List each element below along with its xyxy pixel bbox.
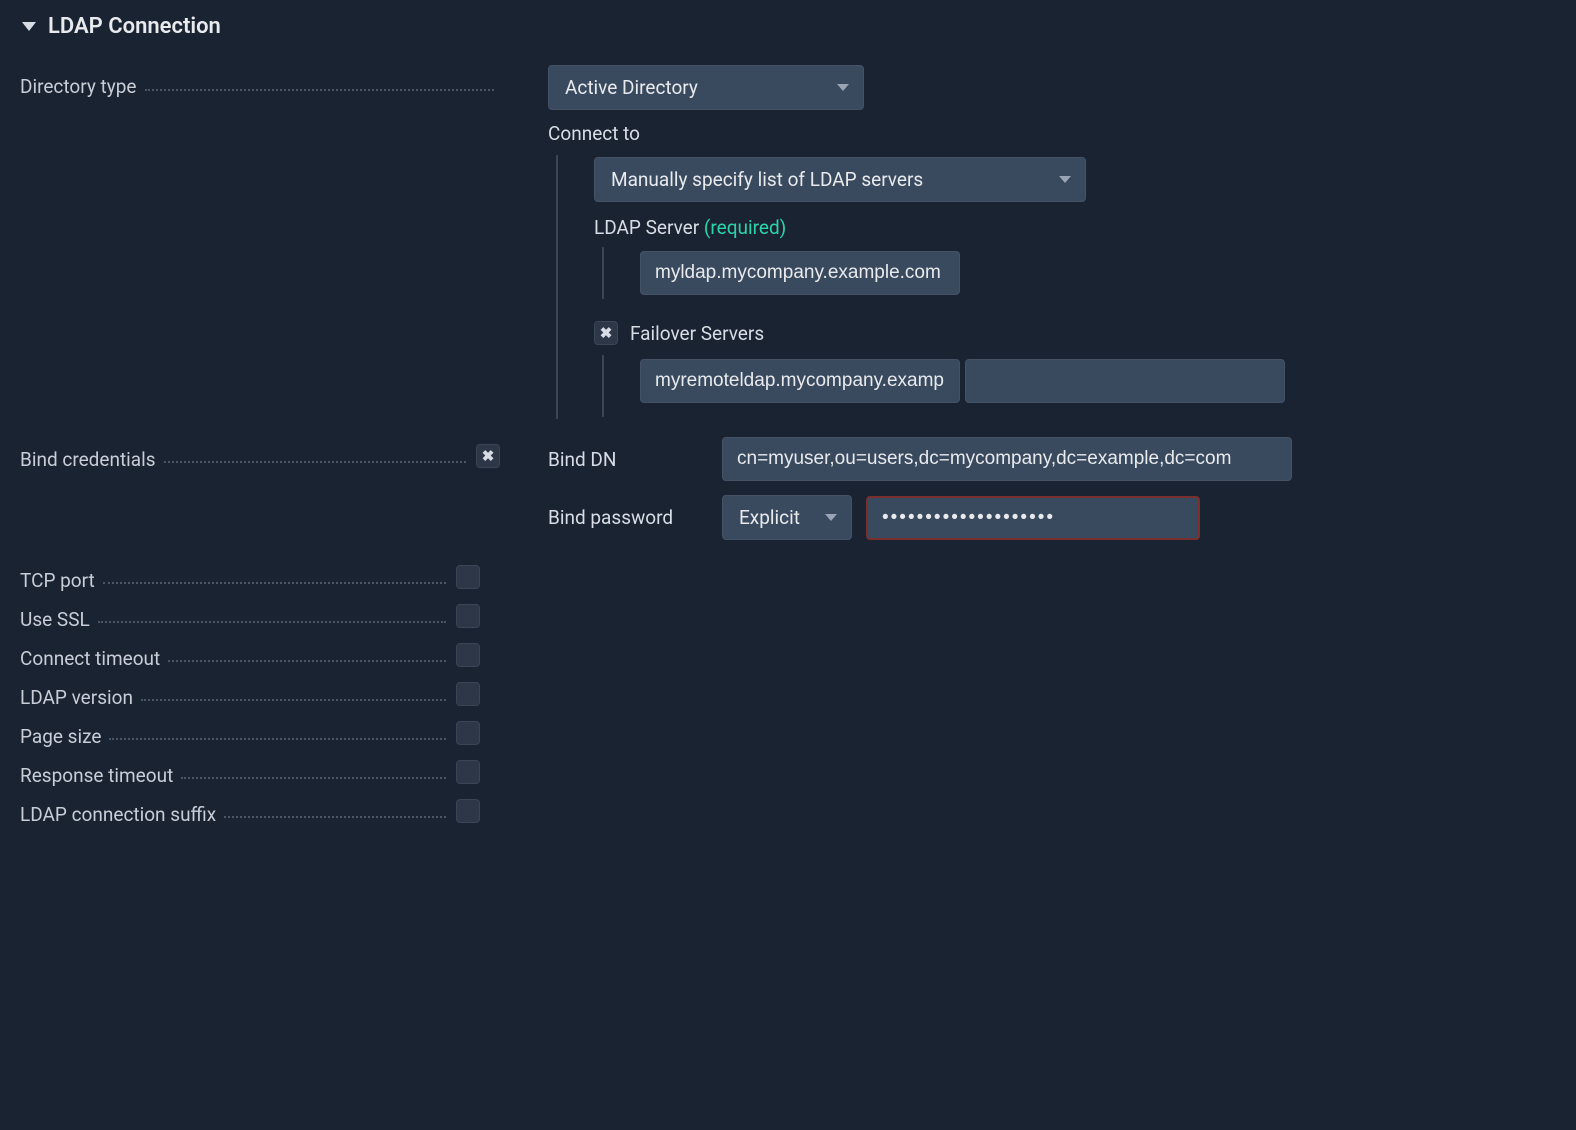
bind-dn-label: Bind DN [548, 448, 708, 471]
dots [145, 89, 495, 91]
section-title: LDAP Connection [48, 14, 221, 39]
bind-dn-input[interactable] [722, 437, 1292, 481]
connect-timeout-row: Connect timeout [20, 646, 1556, 670]
dots [181, 777, 446, 779]
required-indicator: (required) [704, 216, 786, 239]
directory-type-select[interactable]: Active Directory [548, 65, 864, 110]
directory-type-value: Active Directory [565, 76, 698, 99]
bind-credentials-row: Bind credentials ✖ Bind DN Bind password… [20, 437, 1556, 554]
close-icon: ✖ [600, 324, 613, 342]
failover-header: ✖ Failover Servers [594, 321, 1556, 345]
remove-bind-credentials-button[interactable]: ✖ [476, 444, 500, 468]
ldap-connection-suffix-checkbox[interactable] [456, 799, 480, 823]
simple-fields: TCP port Use SSL Connect timeout LDAP ve… [20, 568, 1556, 826]
ldap-version-row: LDAP version [20, 685, 1556, 709]
ldap-version-checkbox[interactable] [456, 682, 480, 706]
bind-password-row: Bind password Explicit [548, 495, 1556, 540]
ldap-server-label: LDAP Server (required) [594, 216, 1556, 239]
ldap-connection-suffix-row: LDAP connection suffix [20, 802, 1556, 826]
section-header[interactable]: LDAP Connection [0, 0, 1576, 57]
bind-password-mode-select[interactable]: Explicit [722, 495, 852, 540]
connect-to-value: Manually specify list of LDAP servers [611, 168, 923, 191]
use-ssl-label: Use SSL [20, 608, 98, 631]
response-timeout-label: Response timeout [20, 764, 181, 787]
failover-label: Failover Servers [630, 322, 764, 345]
response-timeout-row: Response timeout [20, 763, 1556, 787]
connect-to-label: Connect to [548, 122, 1556, 145]
tcp-port-checkbox[interactable] [456, 565, 480, 589]
form-body: Directory type Active Directory Connect … [0, 57, 1576, 849]
chevron-down-icon [837, 84, 849, 91]
page-size-row: Page size [20, 724, 1556, 748]
bind-credentials-label: Bind credentials [20, 448, 164, 471]
bind-password-label: Bind password [548, 506, 708, 529]
dots [103, 582, 446, 584]
connect-to-body: Manually specify list of LDAP servers LD… [556, 155, 1556, 419]
bind-password-input[interactable] [866, 496, 1200, 540]
bind-dn-row: Bind DN [548, 437, 1556, 481]
dots [224, 816, 446, 818]
dots [98, 621, 446, 623]
dots [164, 461, 466, 463]
directory-type-label: Directory type [20, 75, 145, 98]
remove-failover-button[interactable]: ✖ [594, 321, 618, 345]
connect-to-select[interactable]: Manually specify list of LDAP servers [594, 157, 1086, 202]
page-size-checkbox[interactable] [456, 721, 480, 745]
ldap-connection-suffix-label: LDAP connection suffix [20, 803, 224, 826]
tcp-port-label: TCP port [20, 569, 103, 592]
bind-password-mode-value: Explicit [739, 506, 800, 529]
connect-timeout-label: Connect timeout [20, 647, 168, 670]
failover-server-input-0[interactable] [640, 359, 960, 403]
chevron-down-icon [1059, 176, 1071, 183]
ldap-server-block: LDAP Server (required) [594, 216, 1556, 299]
response-timeout-checkbox[interactable] [456, 760, 480, 784]
chevron-down-icon [825, 514, 837, 521]
tcp-port-row: TCP port [20, 568, 1556, 592]
failover-server-input-1[interactable] [965, 359, 1285, 403]
use-ssl-row: Use SSL [20, 607, 1556, 631]
connect-to-section: Connect to Manually specify list of LDAP… [548, 122, 1556, 419]
page-size-label: Page size [20, 725, 109, 748]
close-icon: ✖ [482, 447, 495, 465]
dots [109, 738, 446, 740]
ldap-server-input[interactable] [640, 251, 960, 295]
dots [168, 660, 446, 662]
directory-type-row: Directory type Active Directory Connect … [20, 65, 1556, 419]
collapse-icon [22, 22, 36, 31]
ldap-version-label: LDAP version [20, 686, 141, 709]
ldap-server-label-text: LDAP Server [594, 216, 699, 239]
connect-timeout-checkbox[interactable] [456, 643, 480, 667]
use-ssl-checkbox[interactable] [456, 604, 480, 628]
dots [141, 699, 446, 701]
